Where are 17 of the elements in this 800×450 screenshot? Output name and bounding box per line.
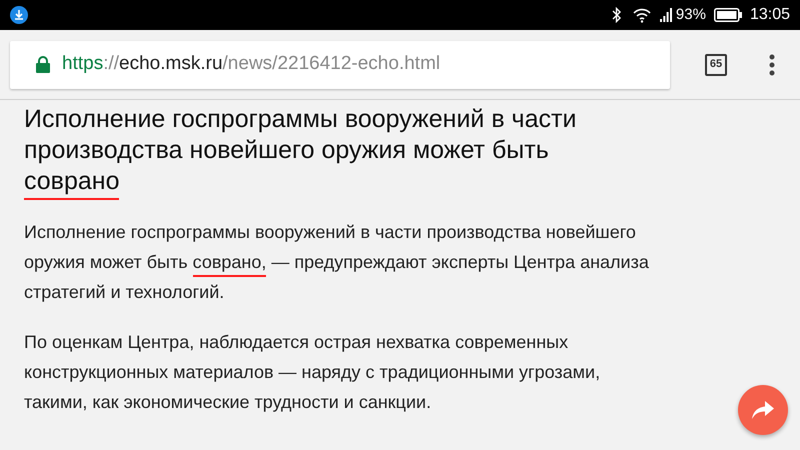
article-paragraph: Исполнение госпрограммы вооружений в части производства новейшего оружия может быть соврано, — предупреждают эксперты Центра анализа стратегий и технологий. — [24, 221, 650, 304]
battery-icon — [714, 8, 742, 22]
article-title: Исполнение госпрограммы вооружений в части производства новейшего оружия может быть соврано — [24, 104, 644, 197]
menu-icon[interactable] — [769, 54, 775, 76]
bluetooth-icon — [612, 7, 622, 23]
address-bar[interactable]: https://echo.msk.ru/news/2216412-echo.html — [10, 40, 670, 88]
share-button[interactable] — [738, 385, 788, 435]
signal-icon — [660, 8, 672, 22]
article-paragraph: По оценкам Центра, наблюдается острая нехватка современных конструкционных материалов — наряду с традиционными угрозами, такими, как экономические трудности и санкции. — [24, 331, 602, 414]
download-icon — [10, 6, 28, 24]
lock-icon — [36, 56, 50, 73]
battery-percent: 93% — [676, 4, 706, 25]
url-text: https://echo.msk.ru/news/2216412-echo.html — [62, 52, 440, 76]
wifi-icon — [632, 7, 652, 23]
tab-count-button[interactable]: 65 — [705, 54, 727, 76]
share-arrow-icon — [752, 401, 774, 419]
clock: 13:05 — [750, 5, 790, 25]
